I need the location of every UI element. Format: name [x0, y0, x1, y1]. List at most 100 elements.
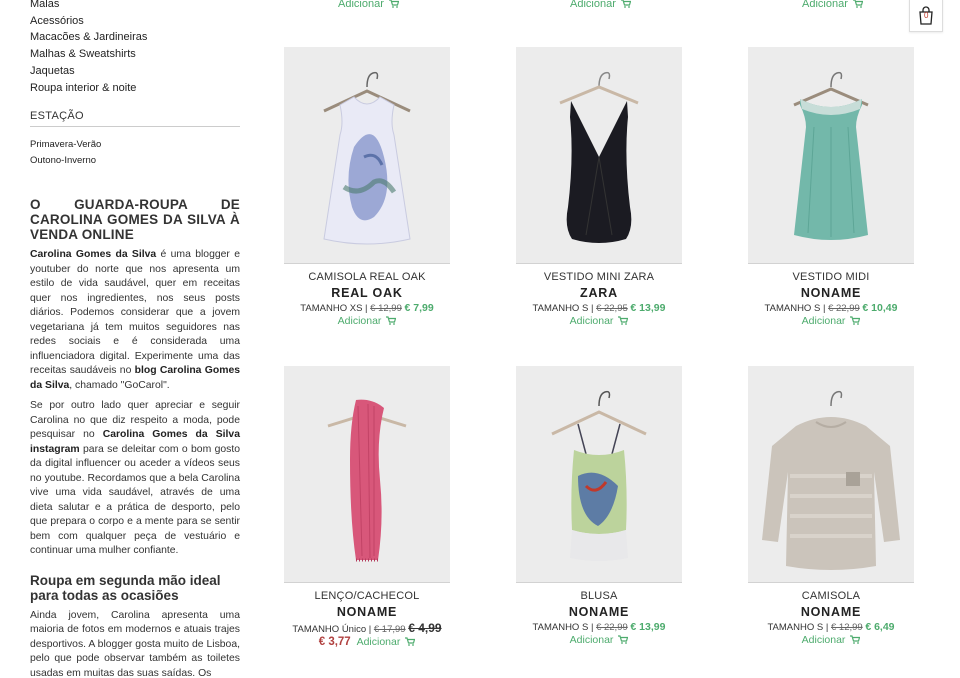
- sale-price: € 7,99: [404, 302, 434, 314]
- category-item-acessorios[interactable]: Acessórios: [30, 13, 240, 30]
- category-item-jaquetas[interactable]: Jaquetas: [30, 63, 240, 80]
- cart-icon: [850, 635, 861, 644]
- product-brand: NONAME: [568, 605, 630, 619]
- product-card[interactable]: BLUSA NONAME TAMANHO S | € 22,99 € 13,99…: [516, 366, 682, 646]
- product-brand: NONAME: [800, 605, 862, 619]
- add-to-cart-button[interactable]: Adicionar: [802, 0, 863, 10]
- product-name[interactable]: CAMISOLA: [748, 590, 914, 602]
- about-heading: O GUARDA-ROUPA DE CAROLINA GOMES DA SILV…: [30, 197, 240, 242]
- add-to-cart-button[interactable]: Adicionar: [516, 634, 682, 646]
- add-label: Adicionar: [801, 315, 846, 327]
- product-size: TAMANHO S: [532, 622, 589, 633]
- season-item-spring-summer[interactable]: Primavera-Verão: [30, 137, 240, 153]
- add-label: Adicionar: [801, 634, 846, 646]
- product-name[interactable]: LENÇO/CACHECOL: [284, 590, 450, 602]
- tank-top-image: [323, 71, 411, 245]
- product-card[interactable]: CAMISOLA REAL OAK REAL OAK TAMANHO XS | …: [284, 47, 450, 327]
- old-price: € 12,99: [370, 303, 402, 314]
- dress-image: [559, 71, 639, 243]
- product-name[interactable]: VESTIDO MINI ZARA: [516, 271, 682, 283]
- cart-icon: [620, 0, 631, 8]
- dress-image: [793, 71, 869, 240]
- category-item-malhas[interactable]: Malhas & Sweatshirts: [30, 46, 240, 63]
- sidebar: Malas Acessórios Macacões & Jardineiras …: [30, 0, 240, 678]
- cart-button[interactable]: 0: [909, 0, 943, 32]
- add-label: Adicionar: [569, 315, 614, 327]
- cart-count: 0: [924, 11, 929, 20]
- product-image[interactable]: [516, 47, 682, 264]
- add-to-cart-button[interactable]: Adicionar: [748, 315, 914, 327]
- about-heading-line-a: O GUARDA-ROUPA DE CAROLINA GOMES DA SILV…: [30, 197, 240, 228]
- final-price-line: € 3,77 Adicionar: [284, 636, 450, 648]
- product-image[interactable]: [284, 47, 450, 264]
- product-brand: NONAME: [800, 286, 862, 300]
- add-to-cart-button[interactable]: Adicionar: [284, 315, 450, 327]
- cart-icon: [850, 316, 861, 325]
- product-image[interactable]: [748, 366, 914, 583]
- product-size: TAMANHO XS: [300, 303, 363, 314]
- category-item-malas[interactable]: Malas: [30, 0, 240, 13]
- season-item-autumn-winter[interactable]: Outono-Inverno: [30, 153, 240, 169]
- secondhand-heading: Roupa em segunda mão ideal para todas as…: [30, 572, 221, 603]
- add-label: Adicionar: [356, 636, 401, 648]
- product-name[interactable]: VESTIDO MIDI: [748, 271, 914, 283]
- product-size: TAMANHO S: [764, 303, 821, 314]
- old-price: € 17,99: [373, 624, 406, 635]
- product-brand: ZARA: [580, 286, 618, 300]
- paragraph-text: , chamado "GoCarol".: [69, 379, 170, 391]
- old-price: € 22,99: [596, 622, 628, 633]
- price-line: TAMANHO S | € 22,95 € 13,99: [532, 302, 666, 314]
- add-to-cart-button[interactable]: Adicionar: [570, 0, 631, 10]
- product-card[interactable]: CAMISOLA NONAME TAMANHO S | € 12,99 € 6,…: [748, 366, 914, 646]
- product-image[interactable]: [748, 47, 914, 264]
- price-line: TAMANHO Único | € 17,99 € 4,99: [292, 621, 442, 635]
- product-name[interactable]: BLUSA: [516, 590, 682, 602]
- product-size: TAMANHO Único: [292, 624, 367, 635]
- old-price: € 22,95: [596, 303, 628, 314]
- sale-price: € 13,99: [630, 302, 666, 314]
- add-label: Adicionar: [802, 0, 848, 10]
- blouse-image: [551, 390, 647, 561]
- scarf-image: [327, 399, 407, 562]
- product-image[interactable]: [284, 366, 450, 583]
- product-size: TAMANHO S: [532, 303, 589, 314]
- sale-price: € 10,49: [862, 302, 898, 314]
- category-item-macacoes[interactable]: Macacões & Jardineiras: [30, 29, 240, 46]
- add-to-cart-button[interactable]: Adicionar: [338, 0, 399, 10]
- old-price: € 12,99: [830, 622, 863, 633]
- product-card[interactable]: VESTIDO MINI ZARA ZARA TAMANHO S | € 22,…: [516, 47, 682, 327]
- final-price: € 3,77: [318, 636, 351, 648]
- cart-icon: [405, 637, 416, 646]
- sale-price: € 6,49: [865, 621, 895, 633]
- add-label: Adicionar: [338, 0, 384, 10]
- product-card[interactable]: VESTIDO MIDI NONAME TAMANHO S | € 22,99 …: [748, 47, 914, 327]
- old-price: € 22,99: [828, 303, 860, 314]
- add-label: Adicionar: [570, 0, 616, 10]
- price-line: TAMANHO S | € 22,99 € 10,49: [764, 302, 898, 314]
- about-paragraph-1: Carolina Gomes da Silva é uma blogger e …: [30, 248, 240, 393]
- discount-price: € 4,99: [408, 621, 442, 635]
- about-heading-line-b: VENDA ONLINE: [30, 227, 134, 243]
- cart-icon: [386, 316, 397, 325]
- product-name[interactable]: CAMISOLA REAL OAK: [284, 271, 450, 283]
- add-label: Adicionar: [337, 315, 382, 327]
- product-card[interactable]: LENÇO/CACHECOL NONAME TAMANHO Único | € …: [284, 366, 450, 648]
- sweater-image: [762, 390, 900, 570]
- product-size: TAMANHO S: [767, 622, 824, 633]
- add-label: Adicionar: [569, 634, 614, 646]
- add-to-cart-button[interactable]: Adicionar: [516, 315, 682, 327]
- price-line: TAMANHO S | € 22,99 € 13,99: [532, 621, 666, 633]
- price-line: TAMANHO XS | € 12,99 € 7,99: [300, 302, 434, 314]
- cart-icon: [618, 635, 629, 644]
- season-list: Primavera-Verão Outono-Inverno: [30, 137, 240, 169]
- about-paragraph-3: Ainda jovem, Carolina apresenta uma maio…: [30, 609, 240, 678]
- cart-icon: [852, 0, 863, 8]
- product-brand: NONAME: [336, 605, 398, 619]
- cart-icon: [388, 0, 399, 8]
- product-image[interactable]: [516, 366, 682, 583]
- add-to-cart-button[interactable]: Adicionar: [357, 636, 416, 648]
- add-to-cart-button[interactable]: Adicionar: [748, 634, 914, 646]
- sale-price: € 13,99: [630, 621, 666, 633]
- bold-text: Carolina Gomes da Silva: [30, 249, 157, 261]
- category-item-roupa-interior[interactable]: Roupa interior & noite: [30, 80, 240, 97]
